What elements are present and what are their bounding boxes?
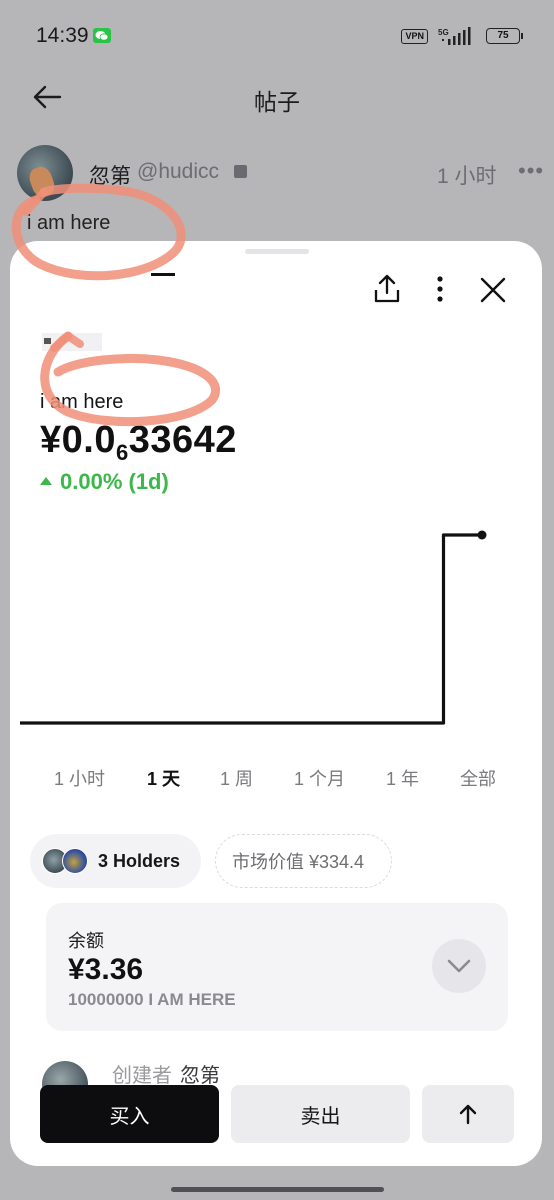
scroll-up-button[interactable] xyxy=(422,1085,514,1143)
price-line xyxy=(20,533,482,725)
more-vertical-icon[interactable] xyxy=(430,275,450,303)
balance-value: ¥3.36 xyxy=(68,953,144,986)
vpn-badge: VPN xyxy=(401,28,428,44)
post-more-icon[interactable]: ••• xyxy=(518,158,544,184)
range-tab[interactable]: 全部 xyxy=(460,765,496,791)
network-label: 5G xyxy=(438,28,449,37)
up-triangle-icon xyxy=(40,477,52,485)
expand-balance-button[interactable] xyxy=(432,939,486,993)
post-author-handle[interactable]: @hudicc xyxy=(137,160,219,184)
active-tab-indicator xyxy=(151,273,175,276)
status-bar: 14:39 VPN 5G 75 xyxy=(0,0,554,70)
range-tab[interactable]: 1 个月 xyxy=(294,765,345,791)
current-price-dot xyxy=(477,530,487,540)
token-price-zero-count: 6 xyxy=(115,440,129,465)
token-name: i am here xyxy=(40,391,124,413)
range-tab[interactable]: 1 天 xyxy=(147,765,180,791)
holder-avatar xyxy=(62,848,88,874)
sell-button[interactable]: 卖出 xyxy=(231,1085,410,1143)
sheet-drag-handle[interactable] xyxy=(245,249,309,254)
page-header: 帖子 xyxy=(0,70,554,126)
wechat-icon xyxy=(93,28,111,43)
battery-indicator: 75 xyxy=(486,28,523,44)
token-image xyxy=(42,333,102,351)
token-change-value: 0.00% (1d) xyxy=(60,469,169,494)
buy-button[interactable]: 买入 xyxy=(40,1085,219,1143)
creator-name[interactable]: 忽第 xyxy=(180,1059,220,1088)
balance-card: 余额 ¥3.36 10000000 I AM HERE xyxy=(46,903,508,1031)
holder-avatars xyxy=(42,848,88,874)
arrow-up-icon xyxy=(459,1104,477,1125)
home-indicator[interactable] xyxy=(171,1187,384,1192)
range-tab[interactable]: 1 小时 xyxy=(54,765,105,791)
market-cap-value: 市场价值 ¥334.4 xyxy=(232,852,365,872)
balance-label: 余额 xyxy=(68,931,104,951)
time-range-tabs: 1 小时 1 天 1 周 1 个月 1 年 全部 xyxy=(10,765,542,805)
range-tab[interactable]: 1 周 xyxy=(220,765,253,791)
post-timestamp: 1 小时 xyxy=(437,165,497,188)
holders-count: 3 Holders xyxy=(98,850,181,871)
creator-label: 创建者 xyxy=(112,1065,172,1087)
page-title: 帖子 xyxy=(254,89,300,115)
post-author-avatar[interactable] xyxy=(17,145,73,201)
post-body-text: i am here xyxy=(27,212,111,234)
balance-token-amount: 10000000 I AM HERE xyxy=(68,990,236,1009)
token-price-change: 0.00% (1d) xyxy=(40,469,169,495)
verified-badge-icon xyxy=(234,165,247,178)
token-price-prefix: ¥0.0 xyxy=(40,419,116,461)
token-bottom-sheet: i am here ¥0.0633642 0.00% (1d) 1 小时 1 天1… xyxy=(10,241,542,1166)
range-tab[interactable]: 1 年 xyxy=(386,765,419,791)
status-time: 14:39 xyxy=(36,24,89,47)
signal-icon: 5G xyxy=(438,27,471,45)
post-author-name[interactable]: 忽第 xyxy=(89,160,131,190)
share-icon[interactable] xyxy=(372,273,402,305)
holders-chip[interactable]: 3 Holders xyxy=(30,834,201,888)
market-cap-chip[interactable]: 市场价值 ¥334.4 xyxy=(215,834,392,888)
token-price-digits: 33642 xyxy=(128,419,237,461)
token-price: ¥0.0633642 xyxy=(40,419,237,466)
chevron-down-icon xyxy=(447,959,471,973)
status-indicators: VPN 5G 75 xyxy=(401,26,523,46)
price-chart[interactable] xyxy=(10,503,542,753)
close-icon[interactable] xyxy=(478,275,508,305)
